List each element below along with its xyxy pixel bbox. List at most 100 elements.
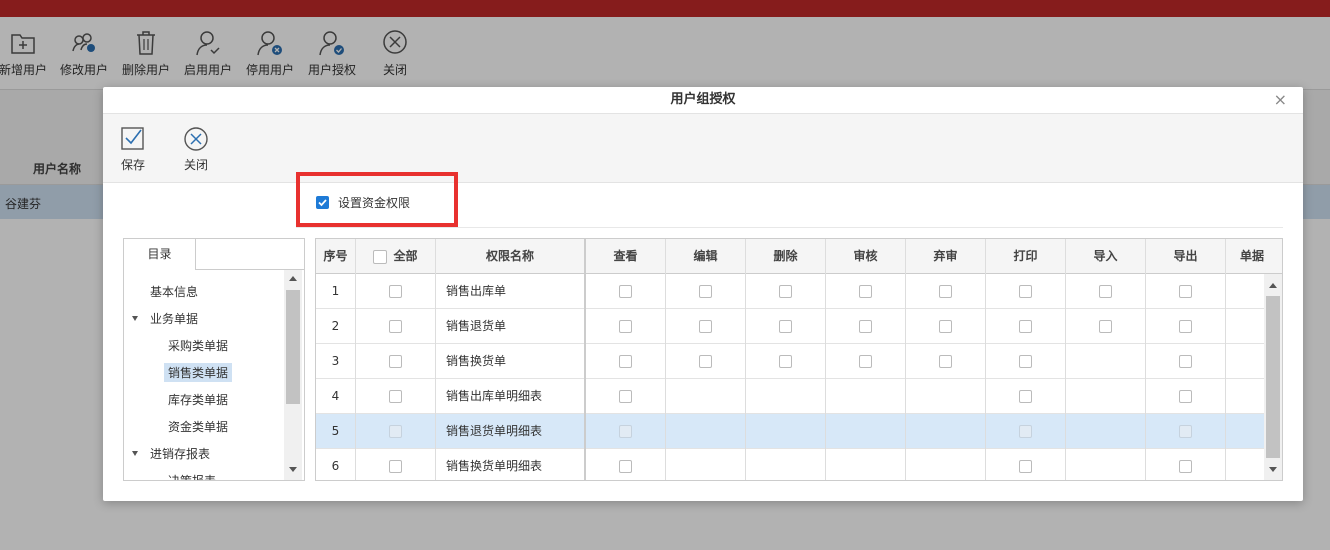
user-group-authorize-dialog: 用户组授权 × 保存 关闭 设置资金权限 目录 基本信息 业务单据 采购类单据 …: [103, 87, 1303, 501]
row-all-cell: [356, 274, 436, 309]
view-checkbox[interactable]: [619, 460, 632, 473]
cell-print: [986, 449, 1066, 480]
edit-checkbox[interactable]: [699, 320, 712, 333]
cell-edit: [666, 379, 746, 414]
col-header-delete: 删除: [746, 239, 826, 274]
cell-print: [986, 379, 1066, 414]
table-row[interactable]: 4 销售出库单明细表: [316, 379, 1266, 414]
table-row[interactable]: 1 销售出库单: [316, 274, 1266, 309]
tree-item-business-docs[interactable]: 业务单据: [146, 309, 202, 328]
edit-checkbox[interactable]: [699, 355, 712, 368]
cell-view: [586, 309, 666, 344]
import-checkbox[interactable]: [1099, 285, 1112, 298]
print-checkbox[interactable]: [1019, 460, 1032, 473]
cell-print: [986, 414, 1066, 449]
export-checkbox[interactable]: [1179, 320, 1192, 333]
edit-checkbox[interactable]: [699, 285, 712, 298]
catalog-scroll-thumb[interactable]: [286, 290, 300, 404]
scroll-up-icon[interactable]: [1269, 283, 1277, 288]
export-checkbox[interactable]: [1179, 425, 1192, 438]
cell-print: [986, 309, 1066, 344]
col-header-doc: 单据: [1240, 249, 1265, 263]
col-header-edit: 编辑: [666, 239, 746, 274]
view-checkbox[interactable]: [619, 355, 632, 368]
view-checkbox[interactable]: [619, 285, 632, 298]
print-checkbox[interactable]: [1019, 390, 1032, 403]
view-checkbox[interactable]: [619, 320, 632, 333]
print-checkbox[interactable]: [1019, 320, 1032, 333]
import-checkbox[interactable]: [1099, 320, 1112, 333]
dialog-close-icon[interactable]: ×: [1274, 91, 1287, 109]
unaudit-checkbox[interactable]: [939, 320, 952, 333]
expand-triangle-icon[interactable]: [132, 316, 138, 321]
tab-catalog[interactable]: 目录: [124, 239, 196, 270]
scroll-down-icon[interactable]: [289, 467, 297, 472]
unaudit-checkbox[interactable]: [939, 285, 952, 298]
audit-checkbox[interactable]: [859, 355, 872, 368]
view-checkbox[interactable]: [619, 390, 632, 403]
save-button[interactable]: 保存: [103, 126, 163, 173]
cell-unaudit: [906, 414, 986, 449]
row-all-cell: [356, 414, 436, 449]
export-checkbox[interactable]: [1179, 460, 1192, 473]
tree-item-inventory-docs[interactable]: 库存类单据: [164, 390, 232, 409]
delete-checkbox[interactable]: [779, 285, 792, 298]
dialog-close-button[interactable]: 关闭: [166, 126, 226, 173]
tree-item-decision-reports[interactable]: 决策报表: [164, 471, 220, 480]
tree-item-purchase-docs[interactable]: 采购类单据: [164, 336, 232, 355]
cell-delete: [746, 449, 826, 480]
tree-item-basic-info[interactable]: 基本信息: [146, 282, 202, 301]
expand-triangle-icon[interactable]: [132, 451, 138, 456]
catalog-panel: 目录 基本信息 业务单据 采购类单据 销售类单据 库存类单据 资金类单据 进销存…: [123, 238, 305, 481]
row-select-all-checkbox[interactable]: [389, 320, 402, 333]
select-all-checkbox[interactable]: [373, 249, 388, 264]
unaudit-checkbox[interactable]: [939, 355, 952, 368]
export-checkbox[interactable]: [1179, 285, 1192, 298]
cell-doc: [1226, 344, 1266, 379]
grid-scrollbar[interactable]: [1264, 274, 1282, 480]
audit-checkbox[interactable]: [859, 320, 872, 333]
cell-audit: [826, 274, 906, 309]
catalog-scrollbar[interactable]: [284, 270, 302, 480]
permission-name: 销售退货单: [436, 309, 586, 344]
row-select-all-checkbox[interactable]: [389, 390, 402, 403]
tree-item-fund-docs[interactable]: 资金类单据: [164, 417, 232, 436]
cell-print: [986, 344, 1066, 379]
cell-audit: [826, 449, 906, 480]
export-checkbox[interactable]: [1179, 355, 1192, 368]
row-select-all-checkbox[interactable]: [389, 355, 402, 368]
table-row[interactable]: 6 销售换货单明细表: [316, 449, 1266, 480]
audit-checkbox[interactable]: [859, 285, 872, 298]
print-checkbox[interactable]: [1019, 425, 1032, 438]
row-number: 4: [316, 379, 356, 414]
grid-scroll-thumb[interactable]: [1266, 296, 1280, 458]
fund-permission-checkbox[interactable]: [316, 196, 329, 209]
tree-item-inventory-reports[interactable]: 进销存报表: [146, 444, 214, 463]
delete-checkbox[interactable]: [779, 320, 792, 333]
dialog-title: 用户组授权: [670, 92, 736, 107]
col-header-no: 序号: [316, 239, 356, 274]
permission-grid: 序号 全部 权限名称 查看 编辑 删除 审核 弃审 打印 导入 导出 单据 1 销…: [315, 238, 1283, 481]
table-row[interactable]: 3 销售换货单: [316, 344, 1266, 379]
cell-doc: [1226, 274, 1266, 309]
view-checkbox[interactable]: [619, 425, 632, 438]
export-checkbox[interactable]: [1179, 390, 1192, 403]
tree-clip: 决策报表: [124, 464, 284, 480]
print-checkbox[interactable]: [1019, 285, 1032, 298]
col-header-import: 导入: [1066, 239, 1146, 274]
col-header-all[interactable]: 全部: [356, 239, 436, 274]
print-checkbox[interactable]: [1019, 355, 1032, 368]
table-row[interactable]: 2 销售退货单: [316, 309, 1266, 344]
tree-item-sales-docs[interactable]: 销售类单据: [164, 363, 233, 382]
cell-export: [1146, 309, 1226, 344]
scroll-up-icon[interactable]: [289, 276, 297, 281]
fund-permission-highlight: 设置资金权限: [296, 172, 458, 227]
delete-checkbox[interactable]: [779, 355, 792, 368]
table-row[interactable]: 5 销售退货单明细表: [316, 414, 1266, 449]
row-select-all-checkbox[interactable]: [389, 285, 402, 298]
cell-import: [1066, 379, 1146, 414]
cell-delete: [746, 309, 826, 344]
row-select-all-checkbox[interactable]: [389, 460, 402, 473]
row-select-all-checkbox[interactable]: [389, 425, 402, 438]
scroll-down-icon[interactable]: [1269, 467, 1277, 472]
